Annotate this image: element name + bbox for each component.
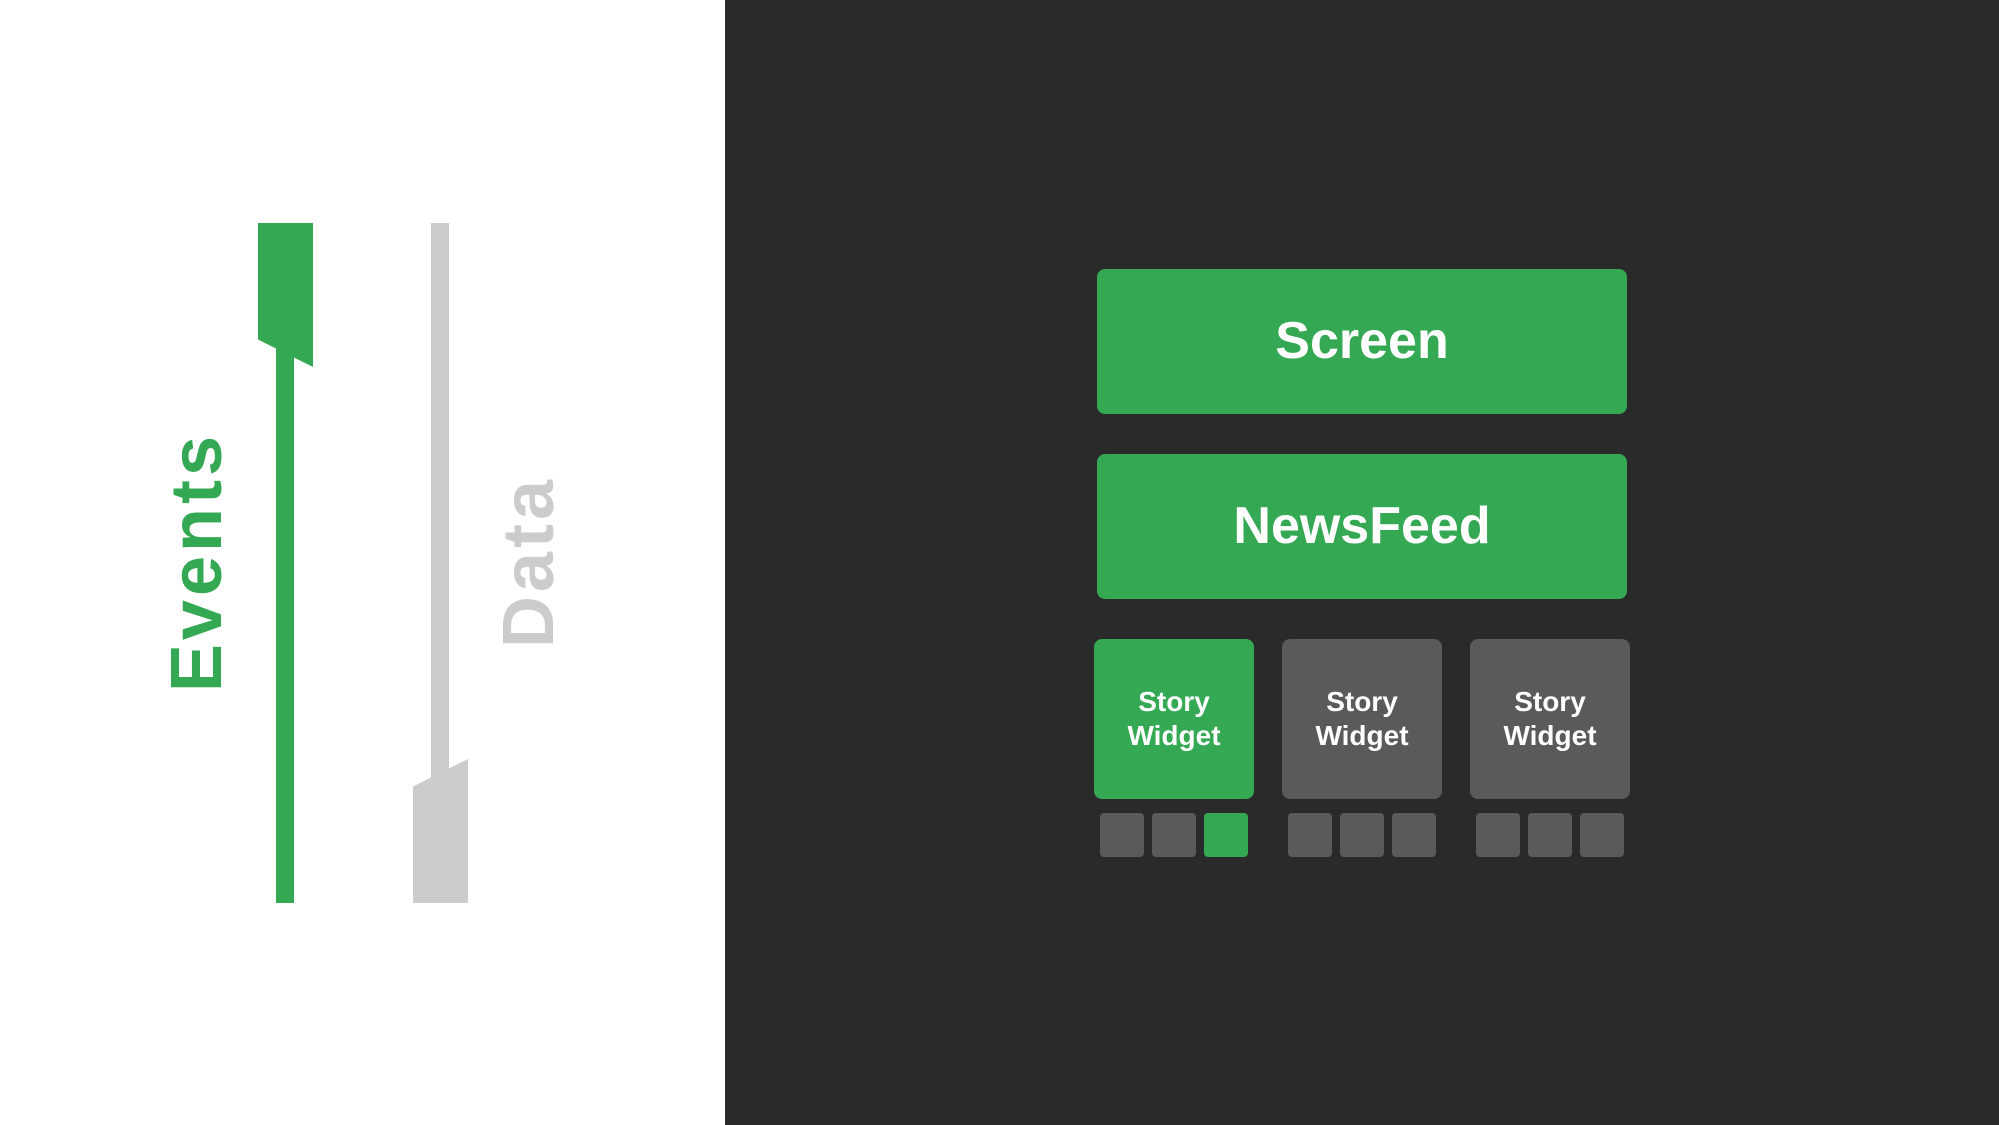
story-widget-1: StoryWidget <box>1094 639 1254 799</box>
story-widget-3-mini-blocks <box>1476 813 1624 857</box>
story-widget-group-3: StoryWidget <box>1470 639 1630 857</box>
events-arrow-up-icon <box>258 223 313 903</box>
newsfeed-row: NewsFeed <box>805 454 1919 599</box>
mini-block-1-3 <box>1204 813 1248 857</box>
story-widget-2-label: StoryWidget <box>1315 685 1408 752</box>
events-label: Events <box>156 432 238 692</box>
events-arrow-group: Events <box>156 213 313 913</box>
data-arrow-group: Data <box>413 213 570 913</box>
data-label: Data <box>488 476 570 648</box>
mini-block-1-1 <box>1100 813 1144 857</box>
story-widget-1-mini-blocks <box>1100 813 1248 857</box>
left-panel: Events <box>0 0 725 1125</box>
story-widget-group-1: StoryWidget <box>1094 639 1254 857</box>
mini-block-1-2 <box>1152 813 1196 857</box>
data-arrow-down-icon <box>413 223 468 903</box>
right-panel: Screen NewsFeed StoryWidget <box>725 0 1999 1125</box>
newsfeed-box: NewsFeed <box>1097 454 1627 599</box>
mini-block-3-3 <box>1580 813 1624 857</box>
story-widgets-row: StoryWidget StoryWidget <box>805 639 1919 857</box>
story-widget-2: StoryWidget <box>1282 639 1442 799</box>
mini-block-2-3 <box>1392 813 1436 857</box>
story-widget-3-label: StoryWidget <box>1503 685 1596 752</box>
story-widget-1-label: StoryWidget <box>1127 685 1220 752</box>
story-widgets-container: StoryWidget StoryWidget <box>1094 639 1630 857</box>
screen-row: Screen <box>805 269 1919 414</box>
mini-block-3-2 <box>1528 813 1572 857</box>
left-content: Events <box>156 213 570 913</box>
mini-block-2-2 <box>1340 813 1384 857</box>
story-widget-group-2: StoryWidget <box>1282 639 1442 857</box>
story-widget-3: StoryWidget <box>1470 639 1630 799</box>
screen-box: Screen <box>1097 269 1627 414</box>
newsfeed-label: NewsFeed <box>1233 496 1490 556</box>
story-widget-2-mini-blocks <box>1288 813 1436 857</box>
screen-label: Screen <box>1275 311 1448 371</box>
mini-block-3-1 <box>1476 813 1520 857</box>
mini-block-2-1 <box>1288 813 1332 857</box>
